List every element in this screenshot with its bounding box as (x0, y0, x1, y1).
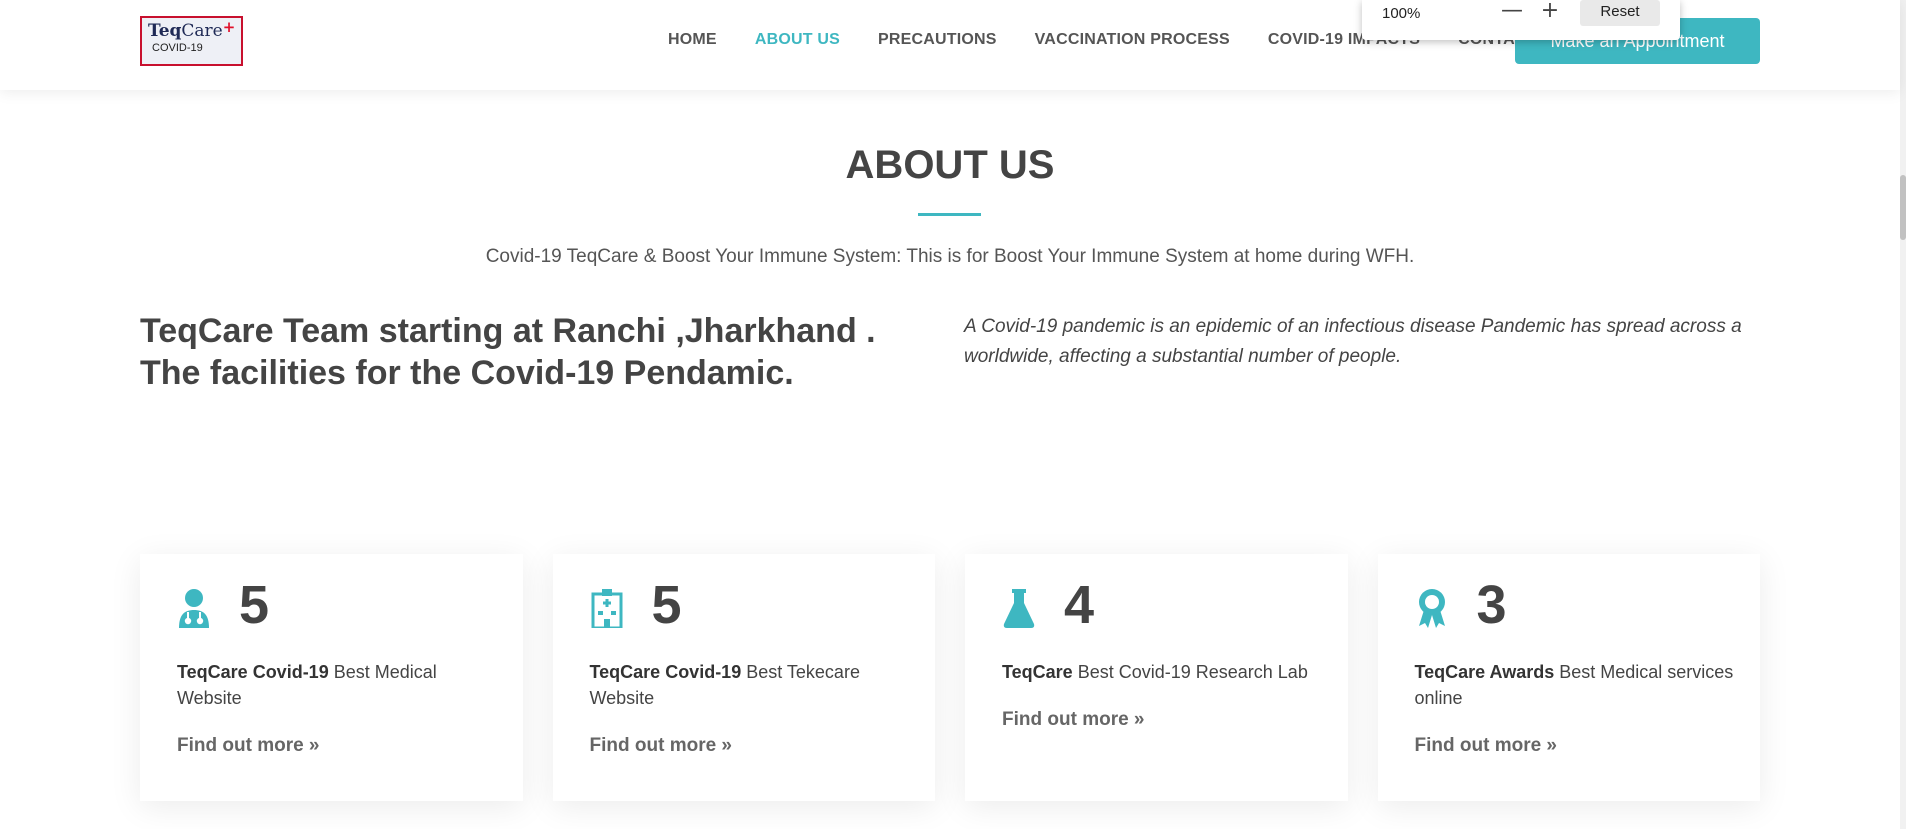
doctor-icon (177, 588, 211, 628)
stat-number: 3 (1476, 575, 1507, 635)
title-divider (918, 213, 981, 216)
stat-description: TeqCare Covid-19 Best Medical Website (177, 662, 437, 708)
about-lead-text: A Covid-19 pandemic is an epidemic of an… (964, 316, 1742, 367)
zoom-level: 100% (1382, 5, 1421, 22)
find-out-more-link[interactable]: Find out more » (177, 735, 320, 757)
section-title: ABOUT US (845, 143, 1055, 187)
logo-brand: TeqCare+ (148, 18, 236, 41)
stat-description: TeqCare Best Covid-19 Research Lab (1002, 662, 1308, 682)
section-subtitle: Covid-19 TeqCare & Boost Your Immune Sys… (485, 246, 1415, 267)
find-out-more-link[interactable]: Find out more » (590, 735, 733, 757)
hospital-icon (590, 588, 624, 630)
zoom-popup: 100% — + Reset (1362, 0, 1680, 40)
logo-subtitle: COVID-19 (152, 42, 203, 54)
zoom-out-button[interactable]: — (1497, 0, 1527, 24)
scrollbar-thumb[interactable] (1900, 175, 1906, 240)
stats-cards: 5 TeqCare Covid-19 Best Medical Website … (140, 554, 1760, 801)
stat-card: 5 TeqCare Covid-19 Best Medical Website … (140, 554, 523, 801)
stat-number: 5 (651, 575, 682, 635)
stat-card: 5 TeqCare Covid-19 Best Tekecare Website… (552, 554, 935, 801)
stat-card: 4 TeqCare Best Covid-19 Research Lab Fin… (965, 554, 1348, 801)
find-out-more-link[interactable]: Find out more » (1415, 735, 1558, 757)
stat-description: TeqCare Covid-19 Best Tekecare Website (589, 662, 860, 708)
stat-description: TeqCare Awards Best Medical services onl… (1414, 662, 1734, 708)
stat-card: 3 TeqCare Awards Best Medical services o… (1377, 554, 1760, 801)
flask-icon (1002, 588, 1036, 628)
stat-number: 5 (239, 575, 270, 635)
find-out-more-link[interactable]: Find out more » (1002, 709, 1145, 731)
zoom-reset-button[interactable]: Reset (1580, 0, 1660, 26)
nav-about-us[interactable]: ABOUT US (755, 31, 840, 49)
nav-home[interactable]: HOME (668, 31, 717, 49)
about-lead-heading: TeqCare Team starting at Ranchi ,Jharkha… (140, 312, 876, 392)
stat-number: 4 (1064, 575, 1095, 635)
award-icon (1415, 588, 1449, 628)
nav-precautions[interactable]: PRECAUTIONS (878, 31, 997, 49)
page-scrollbar[interactable] (1900, 0, 1906, 829)
zoom-in-button[interactable]: + (1535, 0, 1565, 24)
logo[interactable]: TeqCare+ COVID-19 (140, 16, 243, 66)
nav-vaccination-process[interactable]: VACCINATION PROCESS (1035, 31, 1230, 49)
